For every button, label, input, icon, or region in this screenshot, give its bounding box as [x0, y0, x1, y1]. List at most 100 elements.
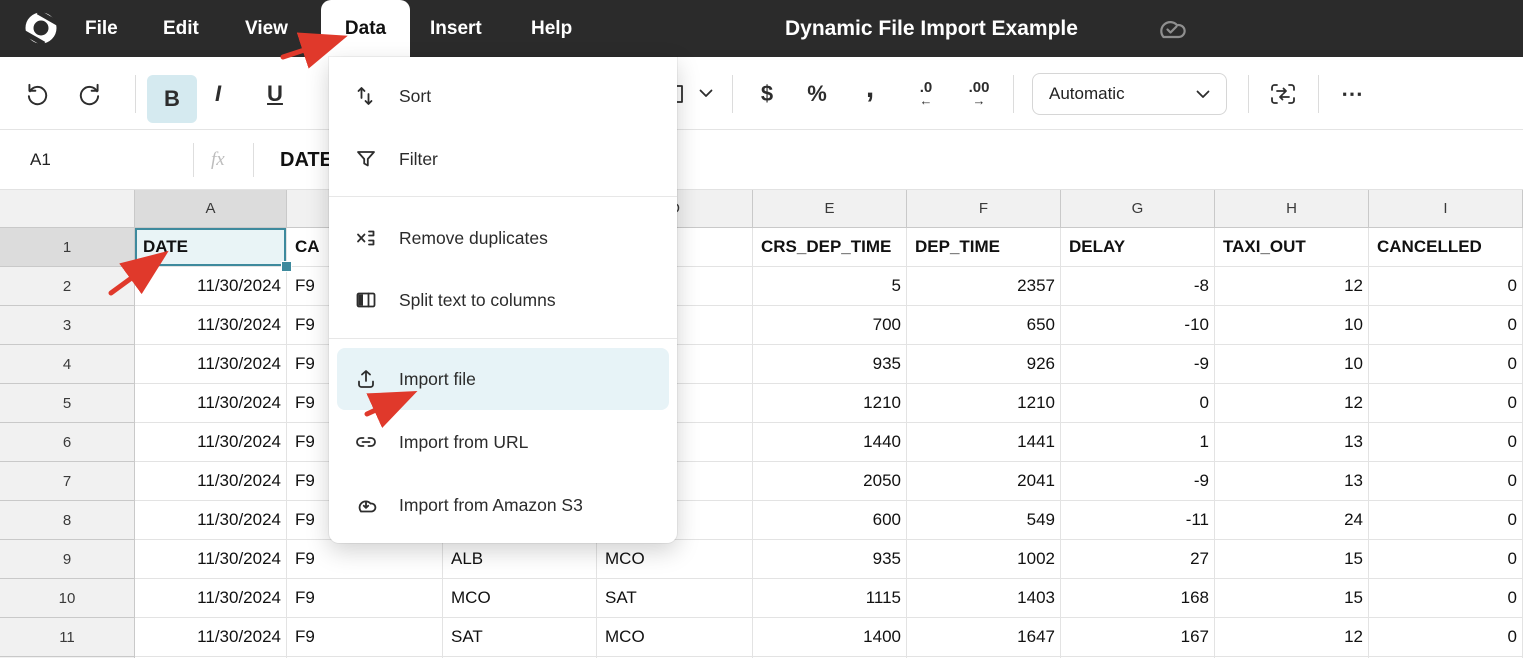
menubar-item-data-active[interactable]: Data: [321, 0, 410, 57]
cell-F6[interactable]: 1441: [907, 423, 1061, 462]
cell-H11[interactable]: 12: [1215, 618, 1369, 657]
cell-H1[interactable]: TAXI_OUT: [1215, 228, 1369, 267]
cell-E10[interactable]: 1115: [753, 579, 907, 618]
cell-F2[interactable]: 2357: [907, 267, 1061, 306]
cell-A9[interactable]: 11/30/2024: [135, 540, 287, 579]
cell-I11[interactable]: 0: [1369, 618, 1523, 657]
cell-E5[interactable]: 1210: [753, 384, 907, 423]
cell-H4[interactable]: 10: [1215, 345, 1369, 384]
cell-F9[interactable]: 1002: [907, 540, 1061, 579]
formula-input[interactable]: DATE: [280, 130, 333, 190]
cell-reference-box[interactable]: A1: [30, 130, 51, 190]
rows-logo[interactable]: [24, 11, 58, 45]
cell-D10[interactable]: SAT: [597, 579, 753, 618]
cell-H7[interactable]: 13: [1215, 462, 1369, 501]
cell-G5[interactable]: 0: [1061, 384, 1215, 423]
cell-B11[interactable]: F9: [287, 618, 443, 657]
cell-F4[interactable]: 926: [907, 345, 1061, 384]
cell-A1[interactable]: DATE: [135, 228, 287, 267]
cell-F8[interactable]: 549: [907, 501, 1061, 540]
row-header-3[interactable]: 3: [0, 306, 135, 345]
cell-A4[interactable]: 11/30/2024: [135, 345, 287, 384]
cell-I3[interactable]: 0: [1369, 306, 1523, 345]
more-options-button[interactable]: ⋯: [1334, 57, 1372, 130]
menu-item-import-file[interactable]: Import file: [337, 348, 669, 410]
cell-G2[interactable]: -8: [1061, 267, 1215, 306]
cell-I6[interactable]: 0: [1369, 423, 1523, 462]
cell-H8[interactable]: 24: [1215, 501, 1369, 540]
redo-button[interactable]: [75, 57, 105, 130]
row-header-5[interactable]: 5: [0, 384, 135, 423]
cell-C9[interactable]: ALB: [443, 540, 597, 579]
cell-E9[interactable]: 935: [753, 540, 907, 579]
column-header-F[interactable]: F: [907, 190, 1061, 228]
cell-G4[interactable]: -9: [1061, 345, 1215, 384]
cell-D11[interactable]: MCO: [597, 618, 753, 657]
thousands-separator-button[interactable]: ,: [855, 57, 885, 130]
menubar-item-edit[interactable]: Edit: [163, 0, 199, 57]
cell-H6[interactable]: 13: [1215, 423, 1369, 462]
column-header-I[interactable]: I: [1369, 190, 1523, 228]
menu-item-remove-duplicates[interactable]: Remove duplicates: [329, 207, 677, 269]
cell-E1[interactable]: CRS_DEP_TIME: [753, 228, 907, 267]
menu-item-split-text-to-columns[interactable]: Split text to columns: [329, 269, 677, 331]
cell-G9[interactable]: 27: [1061, 540, 1215, 579]
cell-C11[interactable]: SAT: [443, 618, 597, 657]
cell-B9[interactable]: F9: [287, 540, 443, 579]
increase-decimals-button[interactable]: .00 →: [958, 57, 1000, 130]
percent-format-button[interactable]: %: [802, 57, 832, 130]
menu-item-import-from-url[interactable]: Import from URL: [329, 411, 677, 473]
chevron-down-icon[interactable]: [696, 57, 716, 130]
cell-G3[interactable]: -10: [1061, 306, 1215, 345]
cell-A11[interactable]: 11/30/2024: [135, 618, 287, 657]
column-header-H[interactable]: H: [1215, 190, 1369, 228]
cell-H5[interactable]: 12: [1215, 384, 1369, 423]
cell-H3[interactable]: 10: [1215, 306, 1369, 345]
column-header-A[interactable]: A: [135, 190, 287, 228]
number-format-dropdown[interactable]: Automatic: [1032, 73, 1227, 115]
column-header-G[interactable]: G: [1061, 190, 1215, 228]
cell-B10[interactable]: F9: [287, 579, 443, 618]
cell-E3[interactable]: 700: [753, 306, 907, 345]
cell-G10[interactable]: 168: [1061, 579, 1215, 618]
menubar-item-insert[interactable]: Insert: [430, 0, 482, 57]
cell-H2[interactable]: 12: [1215, 267, 1369, 306]
italic-button[interactable]: I: [203, 57, 233, 130]
cell-C10[interactable]: MCO: [443, 579, 597, 618]
cell-A7[interactable]: 11/30/2024: [135, 462, 287, 501]
cell-I5[interactable]: 0: [1369, 384, 1523, 423]
cell-G7[interactable]: -9: [1061, 462, 1215, 501]
cell-H10[interactable]: 15: [1215, 579, 1369, 618]
cell-I2[interactable]: 0: [1369, 267, 1523, 306]
row-header-6[interactable]: 6: [0, 423, 135, 462]
cell-H9[interactable]: 15: [1215, 540, 1369, 579]
cell-F11[interactable]: 1647: [907, 618, 1061, 657]
cell-A10[interactable]: 11/30/2024: [135, 579, 287, 618]
selection-fill-handle[interactable]: [281, 261, 292, 272]
column-header-E[interactable]: E: [753, 190, 907, 228]
bold-button[interactable]: B: [147, 75, 197, 123]
cell-E6[interactable]: 1440: [753, 423, 907, 462]
cell-D9[interactable]: MCO: [597, 540, 753, 579]
cell-F10[interactable]: 1403: [907, 579, 1061, 618]
menu-item-import-from-amazon-s3[interactable]: Import from Amazon S3: [329, 474, 677, 536]
cell-I10[interactable]: 0: [1369, 579, 1523, 618]
cell-I7[interactable]: 0: [1369, 462, 1523, 501]
cell-G8[interactable]: -11: [1061, 501, 1215, 540]
cell-I1[interactable]: CANCELLED: [1369, 228, 1523, 267]
cell-G11[interactable]: 167: [1061, 618, 1215, 657]
cell-E4[interactable]: 935: [753, 345, 907, 384]
cell-A5[interactable]: 11/30/2024: [135, 384, 287, 423]
cell-E2[interactable]: 5: [753, 267, 907, 306]
cell-A2[interactable]: 11/30/2024: [135, 267, 287, 306]
sync-arrows-icon[interactable]: [1264, 57, 1302, 130]
row-header-10[interactable]: 10: [0, 579, 135, 618]
cell-E8[interactable]: 600: [753, 501, 907, 540]
menu-item-sort[interactable]: Sort: [329, 65, 677, 127]
cell-F5[interactable]: 1210: [907, 384, 1061, 423]
cell-E7[interactable]: 2050: [753, 462, 907, 501]
row-header-2[interactable]: 2: [0, 267, 135, 306]
row-header-4[interactable]: 4: [0, 345, 135, 384]
cell-G1[interactable]: DELAY: [1061, 228, 1215, 267]
undo-button[interactable]: [22, 57, 52, 130]
